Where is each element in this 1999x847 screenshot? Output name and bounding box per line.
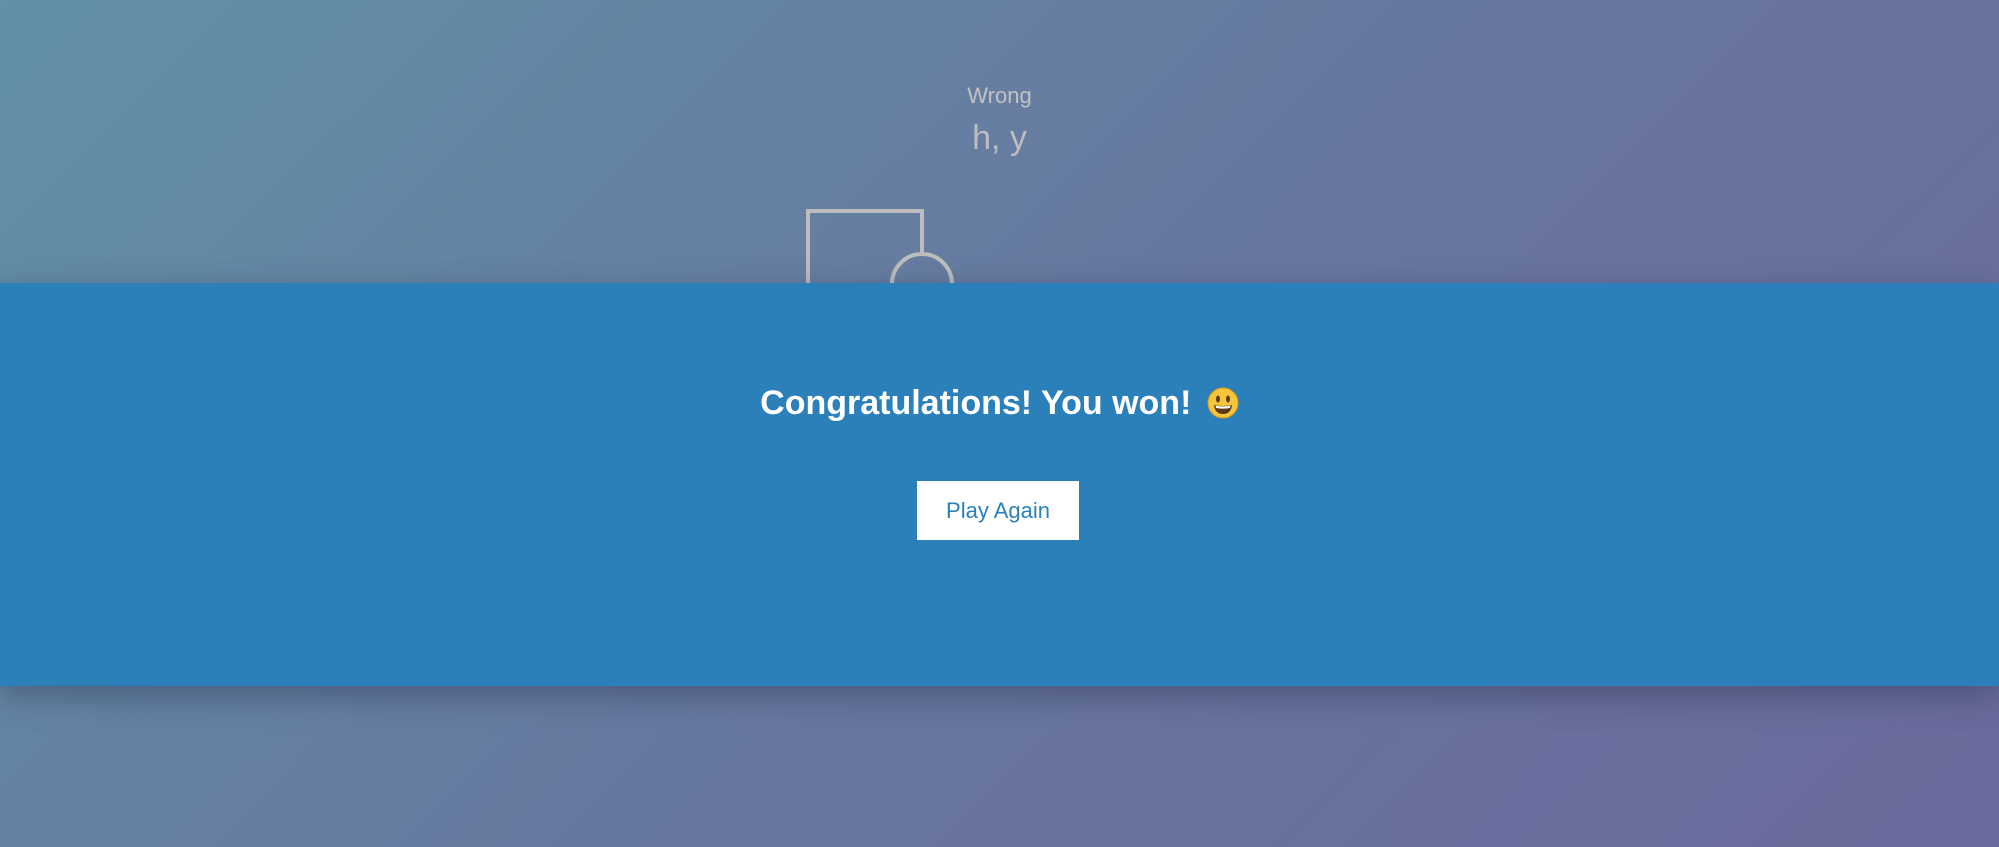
win-message-text: Congratulations! You won!	[760, 384, 1192, 422]
game-screen: Wrong h, y Congratulations! You won! Pla…	[0, 0, 1999, 847]
win-message: Congratulations! You won!	[0, 382, 1999, 429]
grinning-face-icon	[1207, 387, 1239, 429]
play-again-button[interactable]: Play Again	[917, 481, 1079, 540]
